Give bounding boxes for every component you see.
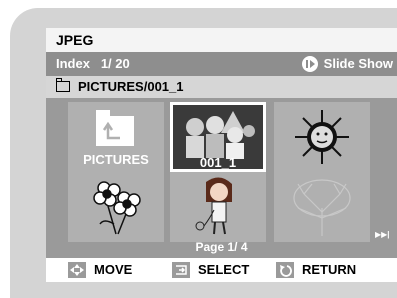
- thumbnail-sun[interactable]: [274, 102, 370, 172]
- next-page-icon[interactable]: ▶▶|: [375, 230, 390, 239]
- return-icon: [276, 262, 294, 278]
- select-icon: [172, 262, 190, 278]
- path-text: PICTURES/001_1: [78, 79, 184, 94]
- title-bar: JPEG: [46, 28, 397, 52]
- thumbnail-label: PICTURES: [83, 152, 149, 167]
- slideshow-button[interactable]: Slide Show: [301, 52, 393, 76]
- slideshow-label: Slide Show: [323, 56, 393, 71]
- move-icon: [68, 262, 86, 278]
- return-hint: RETURN: [276, 258, 356, 282]
- tree-image-thumbnail: [293, 179, 351, 236]
- folder-icon: [55, 78, 70, 92]
- info-bar: Index 1/ 20 Slide Show: [46, 52, 397, 76]
- thumbnail-folder-pictures[interactable]: PICTURES: [68, 102, 164, 172]
- path-bar: PICTURES/001_1: [46, 76, 397, 98]
- move-hint: MOVE: [68, 258, 132, 282]
- index-value: 1/ 20: [100, 56, 130, 71]
- flowers-image-thumbnail: [93, 181, 141, 235]
- index-indicator: Index 1/ 20: [56, 52, 130, 76]
- bottom-bar: MOVE SELECT RETURN: [46, 258, 397, 282]
- return-label: RETURN: [302, 262, 357, 277]
- page-indicator: Page 1/ 4: [195, 240, 248, 254]
- slideshow-icon: [301, 56, 318, 72]
- girl-image-thumbnail: [195, 177, 232, 235]
- thumbnail-001-1[interactable]: 001_1: [170, 102, 266, 172]
- select-hint: SELECT: [172, 258, 249, 282]
- thumbnail-label: 001_1: [199, 155, 237, 170]
- thumbnail-girl[interactable]: [170, 172, 266, 242]
- thumbnail-tree[interactable]: [274, 172, 370, 242]
- app-title: JPEG: [56, 32, 94, 48]
- sun-image-thumbnail: [295, 110, 349, 164]
- move-label: MOVE: [94, 262, 133, 277]
- thumbnail-flowers[interactable]: [68, 172, 164, 242]
- select-label: SELECT: [198, 262, 250, 277]
- index-label: Index: [56, 56, 90, 71]
